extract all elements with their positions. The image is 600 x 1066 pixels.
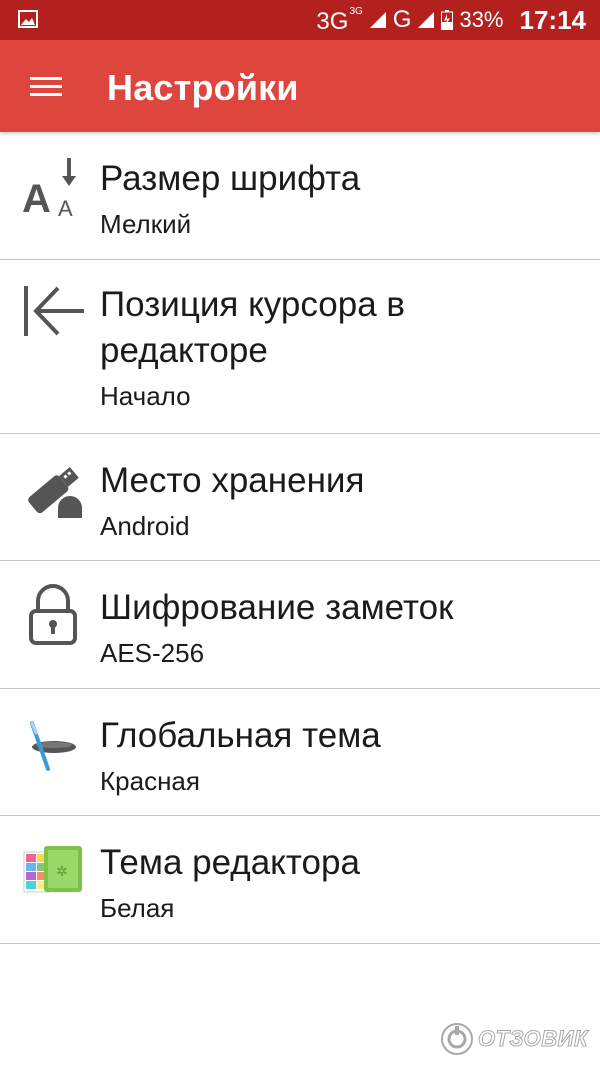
setting-value: Начало bbox=[100, 381, 191, 411]
svg-text:A: A bbox=[22, 177, 51, 221]
menu-icon[interactable] bbox=[30, 74, 64, 98]
battery-icon bbox=[441, 10, 454, 30]
clock: 17:14 bbox=[519, 5, 587, 35]
usb-storage-icon bbox=[28, 467, 82, 518]
network-type-1: 3G3G bbox=[316, 6, 363, 35]
signal-icon-2 bbox=[418, 12, 435, 28]
cursor-position-icon bbox=[24, 286, 84, 336]
setting-title: Шифрование заметок bbox=[100, 588, 454, 627]
setting-encryption[interactable]: Шифрование заметок AES-256 bbox=[0, 561, 600, 689]
setting-title: Глобальная тема bbox=[100, 716, 381, 755]
setting-title: Место хранения bbox=[100, 461, 365, 500]
app-bar: Настройки bbox=[0, 40, 600, 132]
setting-title: Позиция курсора в редакторе bbox=[100, 285, 405, 370]
gallery-notification-icon bbox=[18, 10, 38, 28]
status-bar: 3G3G G 33% 17:14 bbox=[0, 0, 600, 40]
setting-value: Красная bbox=[100, 766, 200, 796]
svg-text:✲: ✲ bbox=[56, 864, 68, 880]
setting-value: Android bbox=[100, 511, 190, 541]
lock-icon bbox=[29, 584, 77, 645]
setting-value: Мелкий bbox=[100, 209, 192, 239]
watermark: ОТЗОВИК bbox=[440, 1022, 588, 1056]
setting-editor-theme[interactable]: ✲ Тема редактора Белая bbox=[0, 816, 600, 944]
page-title: Настройки bbox=[107, 67, 299, 108]
signal-icon-1 bbox=[369, 12, 386, 28]
font-size-icon: A A bbox=[22, 158, 76, 221]
settings-list: A A Размер шрифта Мелкий Позиция курсора… bbox=[0, 132, 600, 944]
setting-global-theme[interactable]: Глобальная тема Красная bbox=[0, 689, 600, 816]
watermark-text: ОТЗОВИК bbox=[478, 1026, 589, 1052]
setting-value: AES-256 bbox=[100, 638, 205, 668]
network-type-2: G bbox=[392, 6, 412, 33]
setting-title: Размер шрифта bbox=[100, 159, 361, 198]
setting-cursor-position[interactable]: Позиция курсора в редакторе Начало bbox=[0, 260, 600, 434]
battery-percent: 33% bbox=[459, 7, 504, 32]
setting-storage[interactable]: Место хранения Android bbox=[0, 434, 600, 561]
setting-title: Тема редактора bbox=[100, 843, 360, 882]
otzovik-logo-icon bbox=[441, 1023, 473, 1055]
setting-value: Белая bbox=[100, 893, 175, 923]
theme-brush-icon bbox=[30, 721, 76, 771]
editor-theme-icon: ✲ bbox=[23, 846, 82, 893]
svg-text:A: A bbox=[58, 196, 73, 221]
setting-font-size[interactable]: A A Размер шрифта Мелкий bbox=[0, 132, 600, 260]
